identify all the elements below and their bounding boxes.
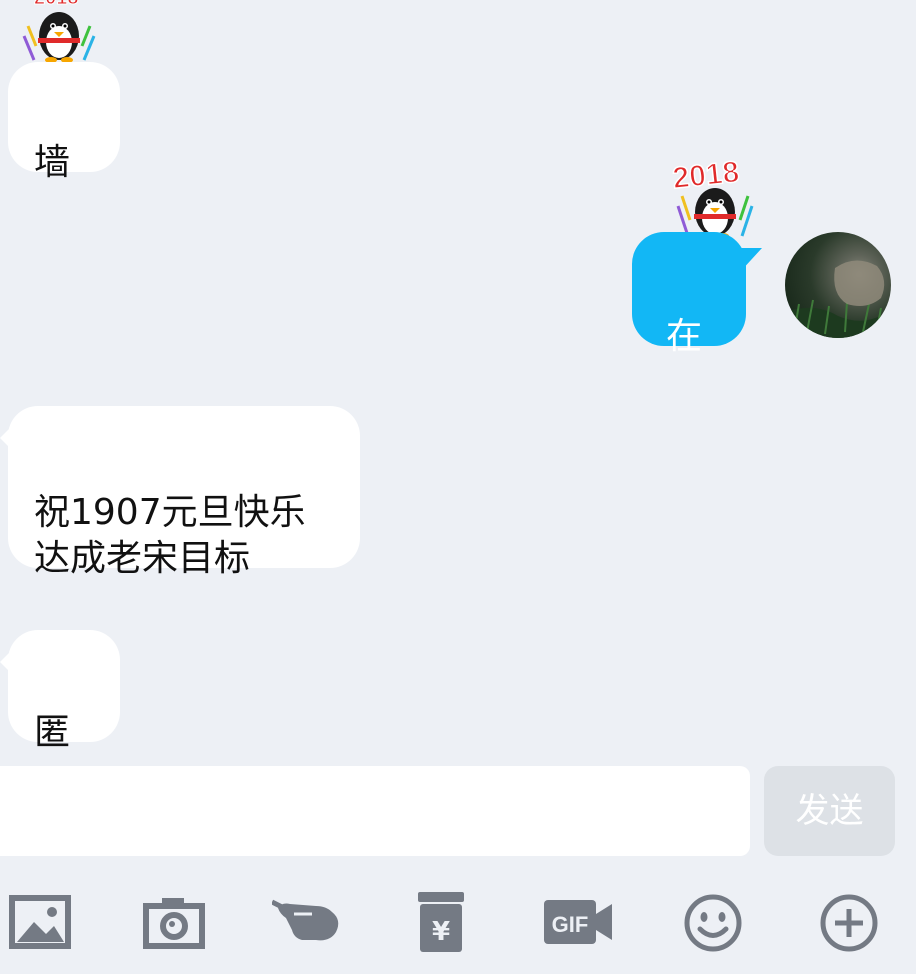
red-packet-icon[interactable]: ¥ — [406, 888, 476, 958]
incoming-message-bubble[interactable]: 祝1907元旦快乐 达成老宋目标 — [8, 406, 360, 579]
image-icon[interactable] — [4, 888, 74, 958]
penguin-pendant-right: 2018 — [666, 150, 762, 242]
incoming-bubble-tail — [0, 424, 14, 452]
message-text: 在 — [666, 316, 703, 357]
penguin-pendant-left: 2018 — [14, 0, 104, 66]
outgoing-message-bubble[interactable]: 在 — [632, 232, 746, 357]
gif-label: GIF — [552, 912, 589, 937]
user-avatar[interactable] — [785, 232, 891, 338]
poke-hand-icon[interactable] — [272, 888, 342, 958]
plus-icon[interactable] — [814, 888, 884, 958]
gif-icon[interactable]: GIF — [542, 888, 616, 958]
message-text: 墙 — [34, 142, 71, 183]
svg-text:2018: 2018 — [34, 0, 79, 9]
incoming-message-bubble[interactable]: 墙 — [8, 62, 120, 183]
send-button[interactable]: 发送 — [764, 766, 895, 856]
red-packet-yen: ¥ — [432, 917, 450, 947]
camera-icon[interactable] — [138, 888, 208, 958]
message-text: 匿 — [34, 712, 71, 753]
emoji-icon[interactable] — [678, 888, 748, 958]
pendant-year-label: 2018 — [671, 155, 741, 195]
message-input[interactable] — [0, 766, 750, 856]
incoming-bubble-tail — [0, 648, 14, 676]
incoming-message-bubble[interactable]: 匿 — [8, 630, 120, 753]
outgoing-bubble-tail — [740, 248, 762, 272]
message-text: 祝1907元旦快乐 达成老宋目标 — [34, 492, 306, 579]
